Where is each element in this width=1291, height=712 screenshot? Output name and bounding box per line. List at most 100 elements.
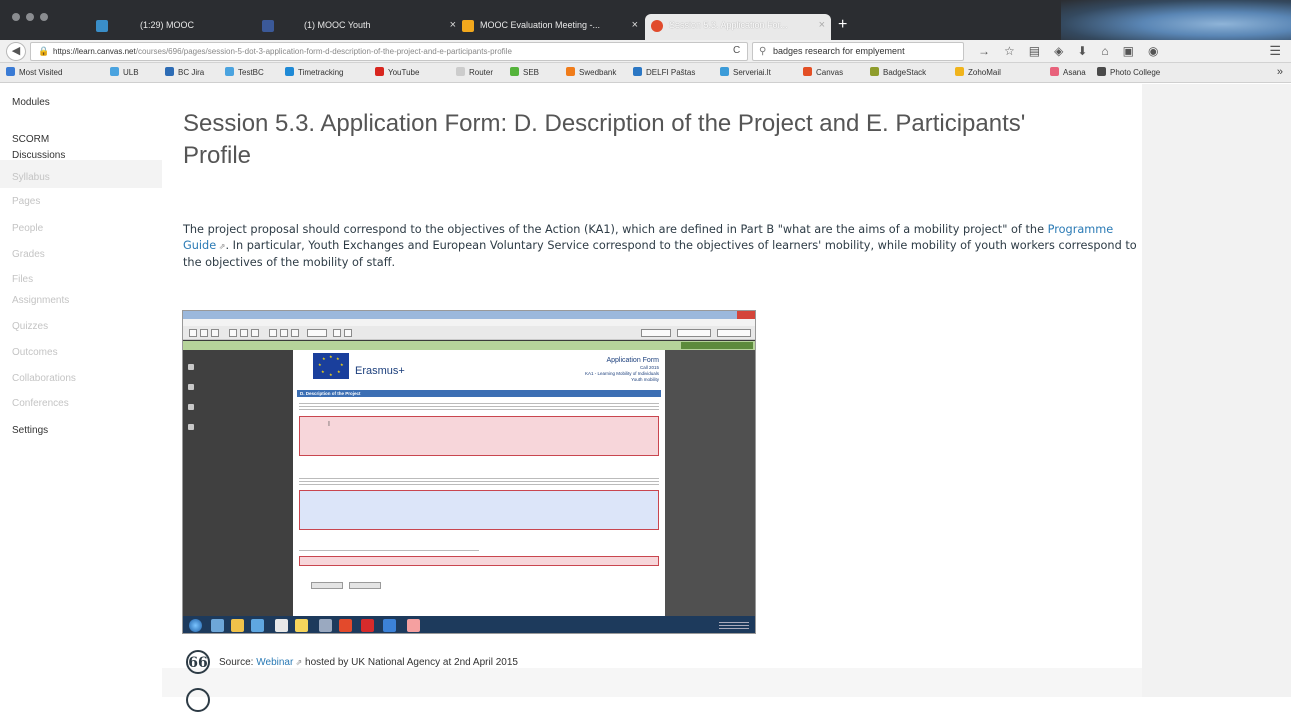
sidebar-item-people: People	[12, 223, 44, 234]
bookmark-item[interactable]: YouTube	[375, 66, 419, 80]
bookmark-favicon-icon	[633, 67, 642, 76]
browser-tab-mooc-youth[interactable]: (1) MOOC Youth ×	[262, 14, 456, 40]
bookmark-favicon-icon	[720, 67, 729, 76]
calendar-favicon-icon	[462, 19, 474, 32]
bookmark-item[interactable]: ZohoMail	[955, 66, 1001, 80]
bookmark-favicon-icon	[1097, 67, 1106, 76]
form-heading-block: Application Form Call 2015 KA1 - Learnin…	[585, 356, 659, 383]
maximize-window-icon[interactable]	[40, 13, 48, 21]
bookmark-item[interactable]: Asana	[1050, 66, 1086, 80]
bookmark-item[interactable]: Photo College	[1097, 66, 1160, 80]
bookmark-label: Timetracking	[298, 68, 344, 77]
close-tab-icon[interactable]: ×	[450, 14, 456, 36]
bookmark-item[interactable]: ULB	[110, 66, 139, 80]
embedded-highlight-button	[681, 342, 753, 349]
close-tab-icon[interactable]: ×	[819, 14, 825, 36]
intro-text-continued: . In particular, Youth Exchanges and Eur…	[183, 239, 1137, 269]
search-bar[interactable]: ⚲ badges research for emplyement	[752, 42, 964, 61]
form-add-button	[311, 582, 343, 589]
intro-text: The project proposal should correspond t…	[183, 223, 1048, 236]
bookmark-label: Asana	[1063, 68, 1086, 77]
embedded-form-notice	[183, 341, 755, 350]
sidebar-item-grades: Grades	[12, 249, 45, 260]
close-window-icon[interactable]	[12, 13, 20, 21]
window-controls[interactable]	[12, 13, 48, 21]
bookmark-item[interactable]: Most Visited	[6, 66, 62, 80]
canvas-page: Modules SCORM Discussions Syllabus Pages…	[0, 84, 1291, 712]
search-icon: ⚲	[759, 46, 767, 57]
form-title: Application Form	[606, 357, 659, 364]
clipboard-icon[interactable]: ▤	[1029, 43, 1040, 59]
close-tab-icon[interactable]: ×	[632, 14, 638, 36]
tab-label: (1:29) MOOC	[140, 20, 195, 30]
embedded-left-pane	[183, 350, 293, 616]
form-question-lines	[299, 476, 659, 486]
bookmark-item[interactable]: Router	[456, 66, 493, 80]
right-gutter	[1142, 84, 1291, 697]
bookmark-label: BC Jira	[178, 68, 205, 77]
bookmark-label: Swedbank	[579, 68, 617, 77]
form-question-lines	[299, 548, 479, 553]
bookmark-label: BadgeStack	[883, 68, 927, 77]
embedded-toolbar	[183, 326, 755, 340]
bookmark-label: ULB	[123, 68, 139, 77]
bookmark-label: Router	[469, 68, 494, 77]
sidebar-item-scorm[interactable]: SCORM	[12, 133, 49, 147]
extension-icon[interactable]: ▣	[1123, 43, 1134, 59]
embedded-right-pane	[665, 350, 755, 616]
browser-tab-session-active[interactable]: Session 5.3. Application For... ×	[645, 14, 831, 40]
sidebar-item-discussions[interactable]: Discussions	[12, 149, 65, 163]
bookmark-label: Serveriai.lt	[733, 68, 771, 77]
bookmark-item[interactable]: BadgeStack	[870, 66, 926, 80]
bookmark-favicon-icon	[566, 67, 575, 76]
bookmark-item[interactable]: Canvas	[803, 66, 843, 80]
url-path: /courses/696/pages/session-5-dot-3-appli…	[135, 47, 512, 56]
url-bar[interactable]: 🔒 https://learn.canvas.net/courses/696/p…	[30, 42, 748, 61]
bookmark-favicon-icon	[870, 67, 879, 76]
sidebar-item-quizzes: Quizzes	[12, 321, 49, 332]
reload-icon[interactable]: C	[733, 42, 740, 59]
form-answer-box: I	[299, 416, 659, 456]
embedded-menu-bar	[183, 319, 755, 326]
arrow-right-icon[interactable]: →	[978, 43, 990, 59]
addon-icon[interactable]: ◉	[1148, 43, 1158, 59]
browser-tab-mooc[interactable]: (1:29) MOOC ×	[96, 14, 274, 40]
form-line: Youth mobility	[631, 377, 659, 382]
back-button[interactable]: ◀	[6, 42, 26, 61]
sidebar-item-modules[interactable]: Modules	[12, 96, 50, 110]
webinar-link[interactable]: Webinar	[256, 657, 293, 668]
star-icon[interactable]: ☆	[1004, 43, 1015, 59]
bookmark-label: Canvas	[816, 68, 844, 77]
tab-label: MOOC Evaluation Meeting -...	[480, 20, 601, 30]
bookmark-label: YouTube	[388, 68, 420, 77]
embedded-title-bar	[183, 311, 755, 319]
hamburger-menu-icon[interactable]: ☰	[1269, 43, 1281, 59]
bookmark-item[interactable]: Serveriai.lt	[720, 66, 771, 80]
bookmark-item[interactable]: TestBC	[225, 66, 264, 80]
bookmark-favicon-icon	[225, 67, 234, 76]
firefox-logo-icon	[1061, 0, 1291, 40]
bookmark-item[interactable]: DELFI Paštas	[633, 66, 695, 80]
bookmark-item[interactable]: Timetracking	[285, 66, 344, 80]
tab-label: (1) MOOC Youth	[304, 20, 371, 30]
arrow-left-icon: ◀	[11, 45, 21, 57]
bookmarks-overflow-icon[interactable]: »	[1277, 66, 1283, 78]
home-icon[interactable]: ⌂	[1101, 43, 1108, 59]
browser-tab-mooc-evaluation[interactable]: MOOC Evaluation Meeting -... ×	[462, 14, 638, 40]
pocket-icon[interactable]: ◈	[1054, 43, 1063, 59]
form-section-heading: D. Description of the Project	[297, 390, 661, 397]
bookmark-item[interactable]: SEB	[510, 66, 539, 80]
bookmark-item[interactable]: Swedbank	[566, 66, 616, 80]
external-link-icon: ⇗	[293, 658, 303, 667]
eu-flag-icon: ★ ★ ★ ★ ★ ★ ★ ★	[313, 353, 349, 379]
new-tab-button[interactable]: +	[838, 16, 847, 34]
windows-start-icon	[189, 619, 202, 632]
intro-paragraph: The project proposal should correspond t…	[183, 222, 1138, 271]
bookmark-item[interactable]: BC Jira	[165, 66, 204, 80]
taskbar-clock	[719, 620, 749, 630]
sidebar-item-settings[interactable]: Settings	[12, 424, 48, 438]
download-icon[interactable]: ⬇	[1077, 43, 1087, 59]
sidebar-item-syllabus: Syllabus	[12, 172, 50, 183]
bookmark-label: TestBC	[238, 68, 264, 77]
minimize-window-icon[interactable]	[26, 13, 34, 21]
